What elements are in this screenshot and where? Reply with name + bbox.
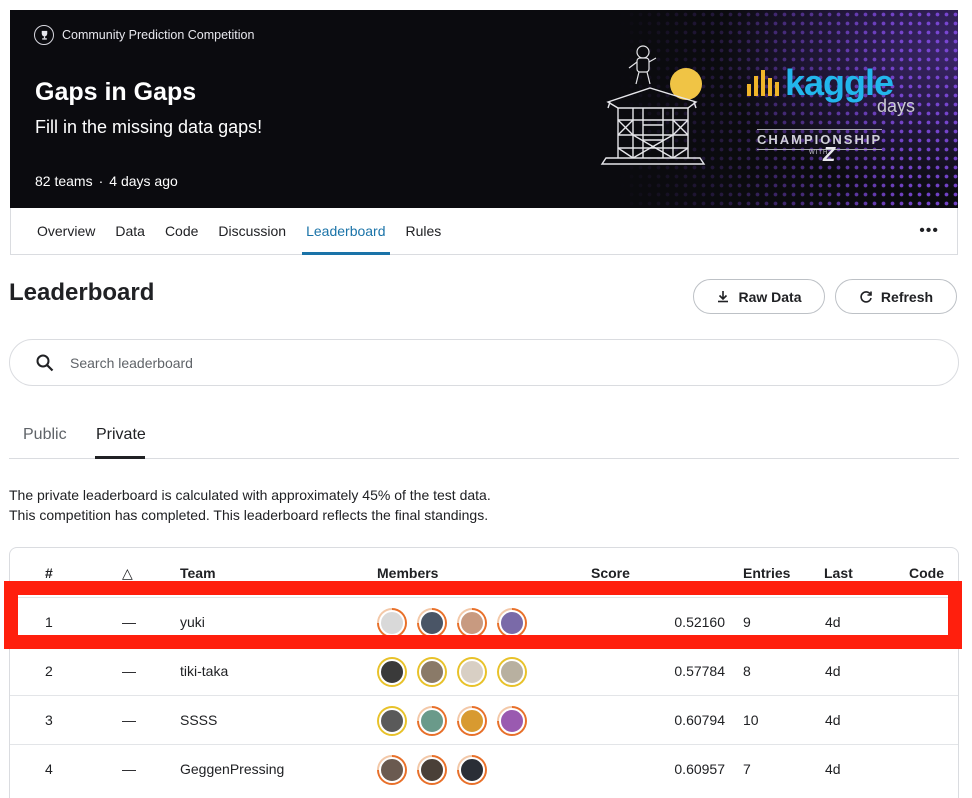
refresh-button[interactable]: Refresh: [835, 279, 957, 314]
row-score: 0.60957: [674, 761, 725, 777]
row-rank: 4: [45, 761, 53, 777]
row-last: 4d: [825, 663, 841, 679]
row-score: 0.60794: [674, 712, 725, 728]
column-last: Last: [824, 565, 853, 581]
time-ago: 4 days ago: [109, 173, 178, 189]
search-input[interactable]: [70, 354, 770, 371]
row-team-name[interactable]: GeggenPressing: [180, 745, 284, 794]
member-avatar[interactable]: [377, 657, 407, 687]
row-members: [377, 657, 527, 687]
nav-discussion[interactable]: Discussion: [218, 208, 286, 255]
row-entries: 10: [743, 712, 759, 728]
table-row[interactable]: 4 — GeggenPressing 0.60957 7 4d: [10, 744, 958, 794]
page-title: Leaderboard: [9, 279, 155, 306]
leaderboard-tabs: Public Private: [9, 412, 959, 459]
refresh-icon: [860, 290, 872, 303]
refresh-label: Refresh: [880, 288, 934, 305]
row-rank: 2: [45, 663, 53, 679]
competition-meta: 82 teams · 4 days ago: [35, 173, 178, 189]
column-code: Code: [909, 565, 944, 581]
row-members: [377, 706, 527, 736]
table-row[interactable]: 1 — yuki 0.52160 9 4d: [10, 597, 958, 647]
row-delta: —: [122, 712, 136, 728]
member-avatar[interactable]: [417, 657, 447, 687]
member-avatar[interactable]: [417, 608, 447, 638]
row-team-name[interactable]: yuki: [180, 598, 205, 647]
member-avatar[interactable]: [417, 706, 447, 736]
raw-data-button[interactable]: Raw Data: [693, 279, 825, 314]
row-entries: 8: [743, 663, 751, 679]
nav-leaderboard[interactable]: Leaderboard: [302, 208, 390, 255]
note-private-percentage: The private leaderboard is calculated wi…: [9, 487, 491, 503]
table-row[interactable]: 2 — tiki-taka 0.57784 8 4d: [10, 646, 958, 696]
leaderboard-notes: The private leaderboard is calculated wi…: [9, 485, 491, 525]
member-avatar[interactable]: [497, 657, 527, 687]
row-members: [377, 608, 527, 638]
row-rank: 3: [45, 712, 53, 728]
member-avatar[interactable]: [457, 706, 487, 736]
row-delta: —: [122, 663, 136, 679]
row-delta: —: [122, 614, 136, 630]
search-bar[interactable]: [9, 339, 959, 386]
row-team-name[interactable]: SSSS: [180, 696, 217, 745]
brand-championship-text: CHAMPIONSHIP: [757, 129, 883, 150]
table-row[interactable]: 3 — SSSS 0.60794 10 4d: [10, 695, 958, 745]
column-score[interactable]: Score: [591, 565, 630, 581]
column-entries: Entries: [743, 565, 791, 581]
member-avatar[interactable]: [377, 706, 407, 736]
team-count: 82 teams: [35, 173, 93, 189]
meta-separator: ·: [98, 173, 104, 189]
competition-banner: Community Prediction Competition Gaps in…: [10, 10, 958, 208]
table-header: # △ Team Members Score Entries Last Code: [10, 548, 958, 597]
competition-title: Gaps in Gaps: [35, 78, 197, 106]
nav-overview[interactable]: Overview: [37, 208, 95, 255]
row-last: 4d: [825, 614, 841, 630]
nav-data[interactable]: Data: [115, 208, 145, 255]
column-rank: #: [45, 565, 53, 581]
member-avatar[interactable]: [377, 755, 407, 785]
nav-code[interactable]: Code: [165, 208, 198, 255]
leaderboard-table: # △ Team Members Score Entries Last Code…: [9, 547, 959, 798]
competition-nav: Overview Data Code Discussion Leaderboar…: [10, 208, 958, 255]
download-icon: [718, 290, 729, 302]
row-last: 4d: [825, 761, 841, 777]
row-rank: 1: [45, 614, 53, 630]
raw-data-label: Raw Data: [738, 288, 802, 305]
row-members: [377, 755, 487, 785]
competition-type-label: Community Prediction Competition: [62, 28, 255, 42]
row-last: 4d: [825, 712, 841, 728]
tab-active-indicator: [95, 456, 145, 459]
tab-private[interactable]: Private: [96, 426, 146, 444]
tab-public[interactable]: Public: [23, 426, 67, 444]
member-avatar[interactable]: [417, 755, 447, 785]
row-entries: 7: [743, 761, 751, 777]
member-avatar[interactable]: [377, 608, 407, 638]
member-avatar[interactable]: [497, 706, 527, 736]
row-entries: 9: [743, 614, 751, 630]
member-avatar[interactable]: [457, 657, 487, 687]
trophy-icon: [34, 25, 54, 45]
column-delta: △: [122, 565, 133, 581]
member-avatar[interactable]: [457, 755, 487, 785]
search-icon: [36, 354, 54, 371]
row-delta: —: [122, 761, 136, 777]
row-score: 0.57784: [674, 663, 725, 679]
member-avatar[interactable]: [497, 608, 527, 638]
kaggle-bars-icon: [747, 70, 779, 96]
brand-days-text: days: [877, 96, 916, 116]
note-completed: This competition has completed. This lea…: [9, 507, 489, 523]
row-score: 0.52160: [674, 614, 725, 630]
nav-rules[interactable]: Rules: [406, 208, 442, 255]
building-illustration: [600, 45, 706, 165]
column-members: Members: [377, 565, 439, 581]
brand-z-text: Z: [823, 144, 836, 166]
row-team-name[interactable]: tiki-taka: [180, 647, 228, 696]
competition-type: Community Prediction Competition: [34, 25, 254, 45]
competition-subtitle: Fill in the missing data gaps!: [35, 117, 263, 137]
column-team: Team: [180, 565, 216, 581]
more-options-icon[interactable]: •••: [919, 222, 939, 240]
member-avatar[interactable]: [457, 608, 487, 638]
